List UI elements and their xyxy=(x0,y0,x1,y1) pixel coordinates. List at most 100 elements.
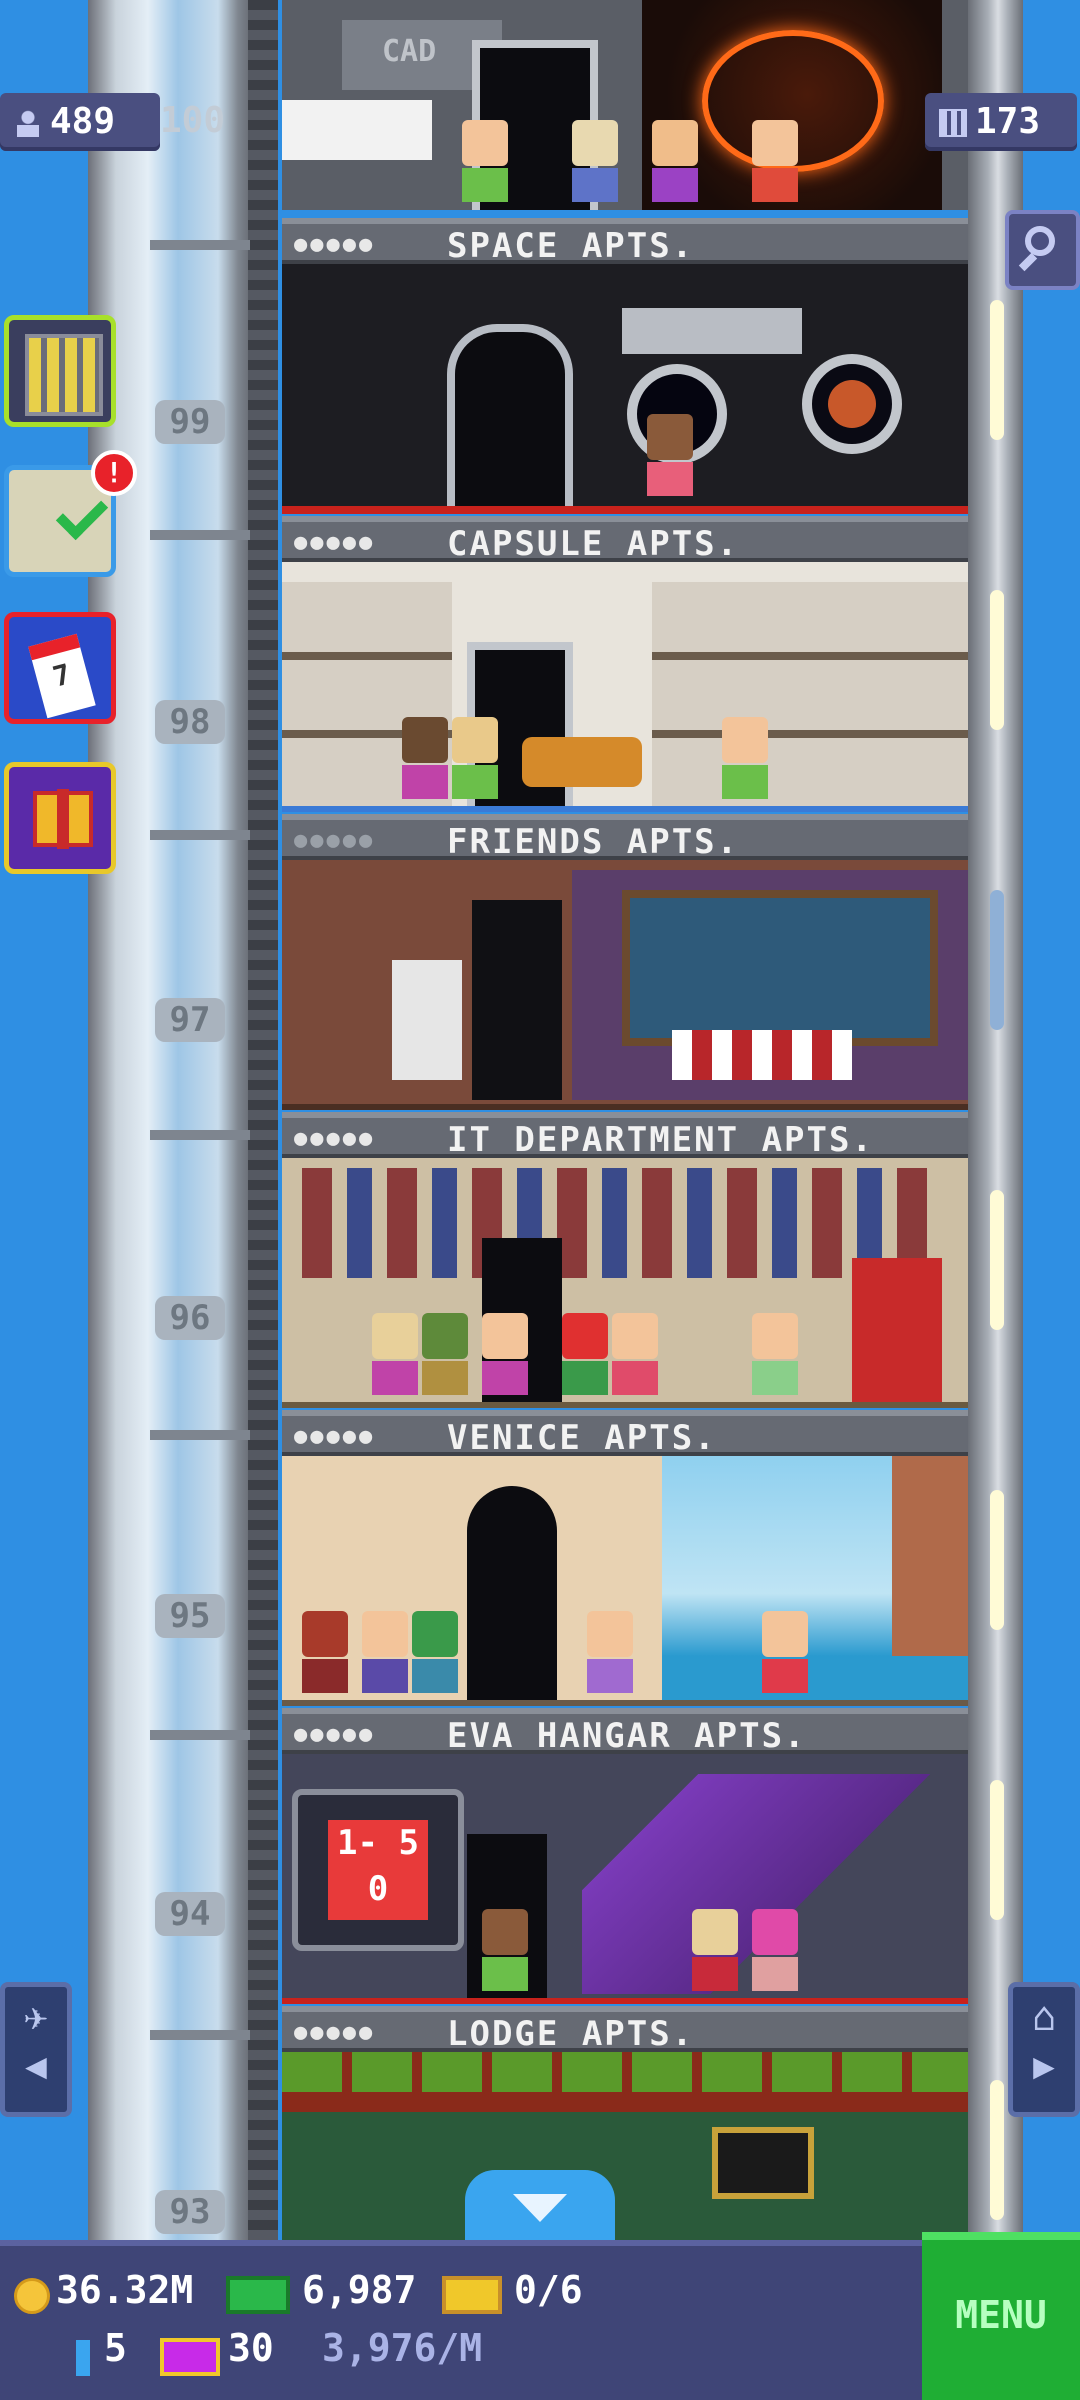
floor-number: 95 xyxy=(155,1594,225,1638)
home-nav-button[interactable]: ⌂ ▶ xyxy=(1008,1982,1080,2117)
resident[interactable] xyxy=(562,1313,608,1395)
vip-icon xyxy=(160,2338,220,2376)
visitor-nav-button[interactable]: ✈ ◀ xyxy=(0,1982,72,2117)
missions-button[interactable]: ! xyxy=(4,450,137,577)
desk xyxy=(282,100,432,160)
floor-label-venice[interactable]: ●●●●● VENICE APTS. xyxy=(282,1410,968,1458)
floor-lodge-apts[interactable] xyxy=(282,2052,968,2240)
build-floor-button[interactable] xyxy=(4,315,116,427)
shaft-rail xyxy=(248,0,278,2250)
poster-wall xyxy=(302,1168,942,1278)
gift-ribbon xyxy=(57,789,69,849)
resident[interactable] xyxy=(722,717,768,799)
floor-friends-apts[interactable] xyxy=(282,860,968,1110)
resident[interactable] xyxy=(587,1611,633,1693)
floor-rating: ●●●●● xyxy=(294,232,376,257)
resident[interactable] xyxy=(482,1909,528,1991)
population-counter[interactable]: 489 xyxy=(0,93,160,151)
population-cap: 100 xyxy=(160,100,226,141)
chevron-down-icon xyxy=(513,2194,567,2222)
resident[interactable] xyxy=(612,1313,658,1395)
chevron-right-icon: ▶ xyxy=(1033,2046,1055,2087)
events-button[interactable]: 7 xyxy=(4,612,116,724)
resident[interactable] xyxy=(462,120,508,202)
resident[interactable] xyxy=(422,1313,468,1395)
resident[interactable] xyxy=(452,717,498,799)
floor-it-department-apts[interactable] xyxy=(282,1158,968,1408)
person-icon: ✈ xyxy=(23,1994,49,2040)
shaft-rung xyxy=(150,2030,250,2040)
menu-button[interactable]: MENU xyxy=(922,2232,1080,2400)
floor-name: LODGE APTS. xyxy=(447,2014,695,2054)
resident[interactable] xyxy=(692,1909,738,1991)
shaft-rung xyxy=(150,1730,250,1740)
floor-number: 97 xyxy=(155,998,225,1042)
canal-view xyxy=(662,1456,968,1700)
floor-eva-hangar-apts[interactable]: 1- 50 xyxy=(282,1754,968,2004)
lodge-beam xyxy=(282,2052,968,2092)
shaft-rung xyxy=(150,530,250,540)
floor-venice-apts[interactable] xyxy=(282,1456,968,1706)
resident[interactable] xyxy=(412,1611,458,1693)
fridge xyxy=(392,960,462,1080)
floor-label-capsule[interactable]: ●●●●● CAPSULE APTS. xyxy=(282,516,968,564)
floor-rating: ●●●●● xyxy=(294,828,376,853)
tiger xyxy=(522,737,642,787)
checkered-couch xyxy=(672,1030,852,1080)
scroll-down-button[interactable] xyxy=(465,2170,615,2242)
resident[interactable] xyxy=(402,717,448,799)
floor-label-space[interactable]: ●●●●● SPACE APTS. xyxy=(282,218,968,266)
floor-rating: ●●●●● xyxy=(294,2020,376,2045)
floor-name: EVA HANGAR APTS. xyxy=(447,1716,807,1756)
resident[interactable] xyxy=(482,1313,528,1395)
red-door xyxy=(852,1258,942,1402)
window-light xyxy=(990,2080,1004,2220)
floor-number: 94 xyxy=(155,1892,225,1936)
population-value: 489 xyxy=(50,101,116,142)
coin-icon xyxy=(14,2278,50,2314)
floor-space-apts[interactable] xyxy=(282,264,968,514)
resident[interactable] xyxy=(752,1909,798,1991)
floor-label-eva[interactable]: ●●●●● EVA HANGAR APTS. xyxy=(282,1708,968,1756)
window-light xyxy=(990,1190,1004,1330)
resident[interactable] xyxy=(647,414,693,496)
floor-number: 99 xyxy=(155,400,225,444)
resident[interactable] xyxy=(302,1611,348,1693)
bux-value: 6,987 xyxy=(302,2268,417,2312)
elevator-value: 5 xyxy=(104,2326,127,2370)
resident[interactable] xyxy=(362,1611,408,1693)
gift-button[interactable] xyxy=(4,762,116,874)
home-icon: ⌂ xyxy=(1031,1994,1057,2040)
hangar-display: 1- 50 xyxy=(328,1820,428,1920)
door xyxy=(467,1486,557,1700)
resident[interactable] xyxy=(572,120,618,202)
floor-capsule-apts[interactable] xyxy=(282,562,968,812)
shaft-rung xyxy=(150,1430,250,1440)
floor-label-it[interactable]: ●●●●● IT DEPARTMENT APTS. xyxy=(282,1112,968,1160)
tickets-value: 0/6 xyxy=(514,2268,583,2312)
lodge-trim xyxy=(282,2092,968,2112)
shaft-rung xyxy=(150,1130,250,1140)
cad-sign: CAD xyxy=(382,34,437,69)
floor-rating: ●●●●● xyxy=(294,1126,376,1151)
magnifier-icon xyxy=(1025,226,1055,256)
coins-value: 36.32M xyxy=(56,2268,194,2312)
search-button[interactable] xyxy=(1005,210,1080,290)
resident[interactable] xyxy=(652,120,698,202)
floor-top-partial[interactable]: CAD xyxy=(282,0,968,210)
resident[interactable] xyxy=(762,1611,808,1693)
checklist-icon xyxy=(55,487,109,541)
vip-value: 30 xyxy=(228,2326,274,2370)
resource-bar: 36.32M 6,987 0/6 5 30 3,976/M xyxy=(0,2240,922,2400)
floor-label-friends[interactable]: ●●●●● FRIENDS APTS. xyxy=(282,814,968,862)
planet xyxy=(828,380,876,428)
resident[interactable] xyxy=(372,1313,418,1395)
door xyxy=(447,324,573,506)
floor-label-lodge[interactable]: ●●●●● LODGE APTS. xyxy=(282,2006,968,2054)
resident[interactable] xyxy=(752,1313,798,1395)
floor-name: CAPSULE APTS. xyxy=(447,524,740,564)
resident[interactable] xyxy=(752,120,798,202)
floor-counter[interactable]: 173 xyxy=(925,93,1077,151)
chevron-left-icon: ◀ xyxy=(25,2046,47,2087)
window-light xyxy=(990,890,1004,1030)
